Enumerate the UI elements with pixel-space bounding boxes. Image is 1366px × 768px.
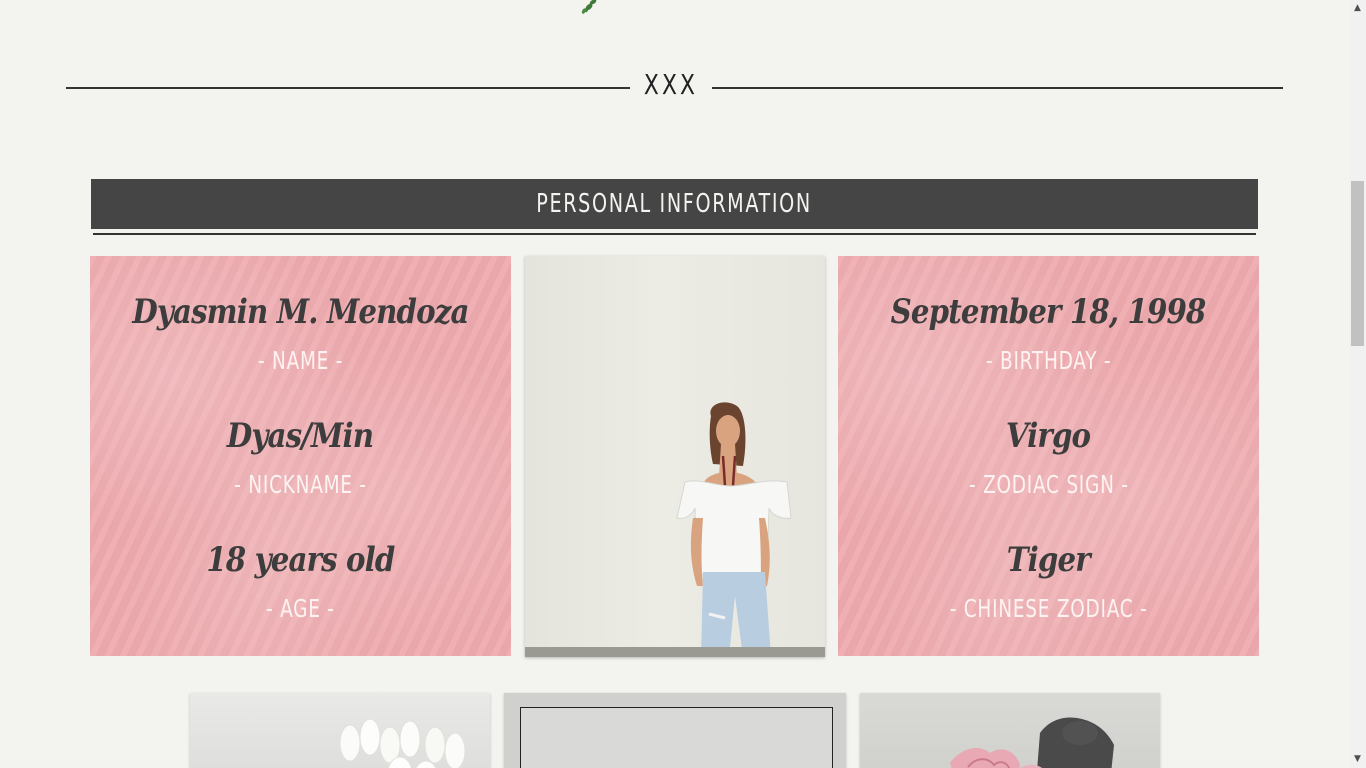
arrow-up-icon[interactable]: ▲	[1349, 0, 1366, 17]
page: XXX PERSONAL INFORMATION Dyasmin M. Mend…	[0, 0, 1349, 768]
name-value: Dyasmin M. Mendoza	[132, 292, 469, 332]
nickname-label: - NICKNAME -	[234, 470, 367, 499]
info-card-left: Dyasmin M. Mendoza - NAME - Dyas/Min - N…	[90, 256, 511, 656]
age-label: - AGE -	[266, 594, 335, 623]
nickname-field: Dyas/Min	[90, 416, 511, 456]
thumbnail-tulips[interactable]	[190, 693, 490, 768]
zodiac-value: Virgo	[1006, 416, 1091, 456]
roses-image	[950, 717, 1114, 768]
profile-photo	[525, 256, 825, 657]
info-card-right: September 18, 1998 - BIRTHDAY - Virgo - …	[838, 256, 1259, 656]
nickname-label-row: - NICKNAME -	[90, 470, 511, 499]
birthday-label-row: - BIRTHDAY -	[838, 346, 1259, 375]
name-label-row: - NAME -	[90, 346, 511, 375]
arrow-down-icon[interactable]: ▼	[1349, 751, 1366, 768]
chinese-zodiac-value: Tiger	[1006, 540, 1091, 580]
age-field: 18 years old	[90, 540, 511, 580]
birthday-field: September 18, 1998	[838, 292, 1259, 332]
tulips-image	[339, 718, 466, 768]
section-underline	[93, 233, 1256, 235]
zodiac-label-row: - ZODIAC SIGN -	[838, 470, 1259, 499]
divider-line-left	[66, 87, 630, 89]
chinese-zodiac-label-row: - CHINESE ZODIAC -	[838, 594, 1259, 623]
zodiac-field: Virgo	[838, 416, 1259, 456]
divider-text: XXX	[643, 68, 699, 101]
age-value: 18 years old	[206, 540, 395, 580]
leaf-sprig-icon	[581, 0, 597, 14]
section-header: PERSONAL INFORMATION	[91, 179, 1258, 229]
vertical-scrollbar[interactable]: ▲ ▼	[1349, 0, 1366, 768]
chinese-zodiac-field: Tiger	[838, 540, 1259, 580]
name-field: Dyasmin M. Mendoza	[90, 292, 511, 332]
chinese-zodiac-label: - CHINESE ZODIAC -	[949, 594, 1148, 623]
nickname-value: Dyas/Min	[227, 416, 374, 456]
age-label-row: - AGE -	[90, 594, 511, 623]
zodiac-label: - ZODIAC SIGN -	[968, 470, 1129, 499]
section-title: PERSONAL INFORMATION	[536, 189, 813, 219]
photo-floor	[525, 647, 825, 657]
person-figure	[676, 402, 792, 657]
thumbnail-framed[interactable]	[504, 693, 846, 768]
divider-line-right	[712, 87, 1283, 89]
thumbnail-frame	[520, 707, 833, 768]
birthday-label: - BIRTHDAY -	[985, 346, 1112, 375]
birthday-value: September 18, 1998	[891, 292, 1207, 332]
scrollbar-thumb[interactable]	[1351, 181, 1364, 346]
thumbnail-roses[interactable]	[860, 693, 1160, 768]
name-label: - NAME -	[257, 346, 344, 375]
